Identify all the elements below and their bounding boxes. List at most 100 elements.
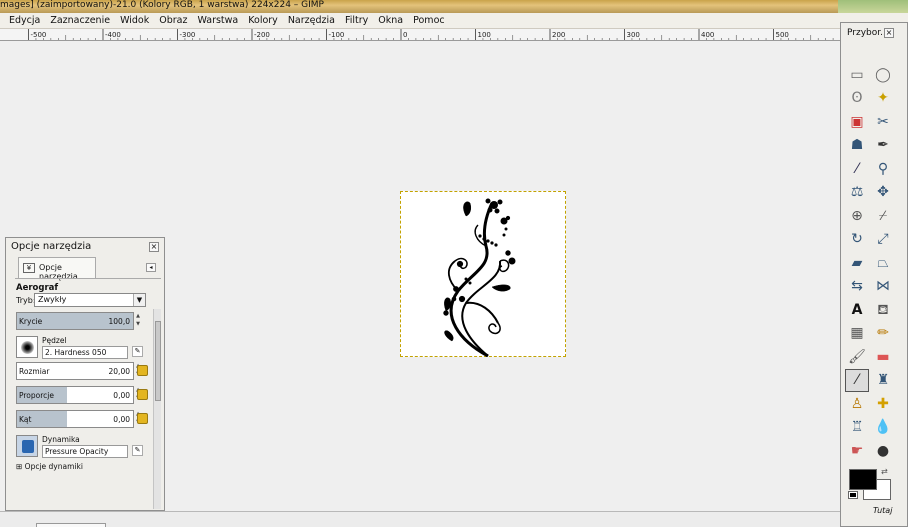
select-by-color-icon[interactable]: ▣: [845, 110, 869, 133]
menu-warstwa[interactable]: Warstwa: [192, 15, 243, 26]
ruler-tick-label: 400: [701, 31, 714, 39]
chevron-down-icon: ▼: [133, 294, 145, 306]
vertical-scrollbar[interactable]: [153, 309, 161, 509]
rotate-icon[interactable]: ↻: [845, 228, 869, 251]
heal-icon[interactable]: ✚: [871, 392, 895, 415]
bucket-fill-icon[interactable]: ⛾: [871, 298, 895, 321]
size-value: 20,00: [108, 367, 130, 376]
mode-value: Zwykły: [38, 295, 67, 304]
edit-icon[interactable]: ✎: [132, 445, 143, 456]
measure-icon[interactable]: ⚖: [845, 181, 869, 204]
size-label: Rozmiar: [19, 367, 50, 376]
menu-narzedzia[interactable]: Narzędzia: [283, 15, 340, 26]
aspect-slider[interactable]: Proporcje 0,00: [16, 386, 134, 404]
airbrush-icon[interactable]: ⁄: [845, 368, 869, 392]
crop-icon[interactable]: ⌿: [871, 204, 895, 227]
ink-icon[interactable]: ♜: [871, 369, 895, 392]
window-title: mages] (zaimportowany)-21.0 (Kolory RGB,…: [0, 0, 324, 10]
scale-icon[interactable]: ⤢: [871, 228, 895, 251]
angle-slider[interactable]: Kąt 0,00: [16, 410, 134, 428]
perspective-icon[interactable]: ⏢: [871, 251, 895, 274]
menu-obraz[interactable]: Obraz: [154, 15, 192, 26]
menu-filtry[interactable]: Filtry: [340, 15, 373, 26]
dynamics-label: Dynamika: [42, 435, 80, 444]
angle-label: Kąt: [19, 415, 32, 424]
gradient-icon[interactable]: ▦: [845, 322, 869, 345]
brush-name-field[interactable]: 2. Hardness 050: [42, 346, 128, 359]
paintbrush-icon[interactable]: 🖌: [845, 345, 869, 368]
tab-tool-options[interactable]: ¥ Opcje narzędzia: [18, 257, 96, 281]
reset-icon[interactable]: [137, 365, 148, 376]
close-icon[interactable]: ×: [884, 28, 894, 38]
foreground-select-icon[interactable]: ☗: [845, 134, 869, 157]
status-bar: [0, 511, 840, 527]
default-colors-icon[interactable]: [848, 491, 858, 499]
scissors-icon[interactable]: ✂: [871, 110, 895, 133]
menu-widok[interactable]: Widok: [115, 15, 154, 26]
opacity-spinner[interactable]: ▲ ▼: [135, 312, 141, 330]
tool-name: Aerograf: [16, 283, 59, 293]
paths-icon[interactable]: ✒: [871, 134, 895, 157]
aspect-label: Proporcje: [19, 391, 54, 400]
dynamics-preview[interactable]: [16, 435, 38, 457]
ruler-tick-label: -300: [180, 31, 196, 39]
opacity-value: 100,0: [108, 317, 130, 326]
tool-options-icon: ¥: [23, 263, 35, 273]
ellipse-select-icon[interactable]: ◯: [871, 63, 895, 86]
ruler-tick-label: 0: [403, 31, 407, 39]
smudge-icon[interactable]: ☛: [845, 439, 869, 462]
dodge-burn-icon[interactable]: ●: [871, 439, 895, 462]
lasso-icon[interactable]: ʘ: [845, 87, 869, 110]
rect-select-icon[interactable]: ▭: [845, 63, 869, 86]
swap-colors-icon[interactable]: ⇄: [881, 467, 888, 476]
foreground-color[interactable]: [849, 469, 877, 490]
dynamics-options-expander[interactable]: ⊞ Opcje dynamiki: [16, 462, 83, 471]
floral-ornament-image: [443, 198, 516, 357]
ruler-tick-label: -200: [254, 31, 270, 39]
cage-transform-icon[interactable]: ⋈: [871, 275, 895, 298]
fuzzy-select-icon[interactable]: ✦: [871, 87, 895, 110]
zoom-icon[interactable]: ⚲: [871, 157, 895, 180]
tab-menu-icon[interactable]: ◂: [146, 263, 156, 272]
toolbox-here-label: Tutaj: [873, 506, 893, 515]
dynamics-name-field[interactable]: Pressure Opacity: [42, 445, 128, 458]
dynamics-options-label: Opcje dynamiki: [24, 462, 83, 471]
shear-icon[interactable]: ▰: [845, 251, 869, 274]
horizontal-ruler[interactable]: -500 -400 -300 -200 -100 0 100 200 300 400 500: [0, 29, 840, 41]
toolbox-title: Przybor...: [847, 28, 889, 38]
scrollbar-thumb[interactable]: [155, 321, 161, 401]
menu-okna[interactable]: Okna: [373, 15, 408, 26]
menu-edycja[interactable]: Edycja: [4, 15, 45, 26]
perspective-clone-icon[interactable]: ♖: [845, 416, 869, 439]
reset-icon[interactable]: [137, 389, 148, 400]
eraser-icon[interactable]: ▬: [871, 345, 895, 368]
opacity-slider[interactable]: Krycie 100,0: [16, 312, 134, 330]
tool-options-panel: Opcje narzędzia × ¥ Opcje narzędzia ◂ Ae…: [5, 237, 165, 511]
mode-select[interactable]: Zwykły ▼: [34, 293, 146, 307]
ruler-tick-label: -400: [105, 31, 121, 39]
flip-icon[interactable]: ⇆: [845, 275, 869, 298]
brush-label: Pędzel: [42, 336, 67, 345]
menu-zaznaczenie[interactable]: Zaznaczenie: [45, 15, 115, 26]
edit-icon[interactable]: ✎: [132, 346, 143, 357]
size-slider[interactable]: Rozmiar 20,00: [16, 362, 134, 380]
ruler-tick-label: -500: [31, 31, 47, 39]
ruler-ticks: -500 -400 -300 -200 -100 0 100 200 300 400 500: [28, 29, 834, 40]
menu-pomoc[interactable]: Pomoc: [408, 15, 450, 26]
brush-preview[interactable]: [16, 336, 38, 358]
angle-value: 0,00: [113, 415, 130, 424]
reset-icon[interactable]: [137, 413, 148, 424]
move-icon[interactable]: ✥: [871, 181, 895, 204]
text-icon[interactable]: A: [845, 298, 869, 321]
brush-row: Pędzel 2. Hardness 050 ✎: [16, 336, 144, 360]
color-picker-icon[interactable]: ⁄: [845, 157, 869, 180]
horizontal-scrollbar[interactable]: [36, 523, 106, 527]
image-canvas[interactable]: [400, 191, 566, 357]
clone-icon[interactable]: ♙: [845, 392, 869, 415]
close-icon[interactable]: ×: [149, 242, 159, 252]
pencil-icon[interactable]: ✏: [871, 322, 895, 345]
align-icon[interactable]: ⊕: [845, 204, 869, 227]
menu-bar: Edycja Zaznaczenie Widok Obraz Warstwa K…: [0, 13, 908, 29]
menu-kolory[interactable]: Kolory: [243, 15, 283, 26]
blur-icon[interactable]: 💧: [871, 416, 895, 439]
